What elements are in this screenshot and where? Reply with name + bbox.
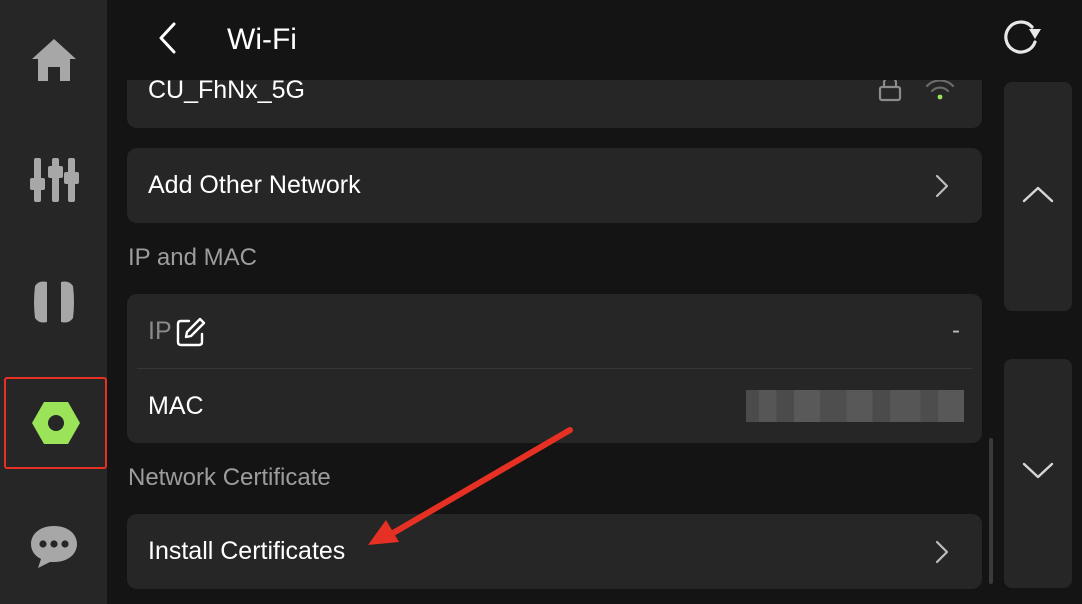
mac-row: MAC bbox=[127, 369, 982, 443]
lock-icon bbox=[878, 80, 902, 107]
wifi-settings-screen: Wi-Fi CU_FhNx_5G Add Other Network IP an… bbox=[0, 0, 1082, 604]
ip-row[interactable]: IP - bbox=[127, 294, 982, 368]
hex-nut-icon bbox=[31, 400, 81, 446]
ip-mac-card: IP - MAC bbox=[127, 294, 982, 443]
back-button[interactable] bbox=[151, 20, 185, 60]
chevron-right-icon bbox=[932, 172, 952, 200]
chevron-right-icon bbox=[932, 538, 952, 566]
network-row-current[interactable]: CU_FhNx_5G bbox=[127, 80, 982, 128]
scroll-down-button[interactable] bbox=[1004, 359, 1072, 588]
sidebar-item-home[interactable] bbox=[0, 10, 107, 110]
sidebar-item-controls[interactable] bbox=[0, 130, 107, 230]
header: Wi-Fi bbox=[107, 0, 1082, 80]
chat-bubble-icon bbox=[28, 523, 80, 571]
install-certificates-label: Install Certificates bbox=[148, 537, 346, 565]
chevron-left-icon bbox=[158, 22, 178, 59]
settings-list: CU_FhNx_5G Add Other Network IP and MAC … bbox=[107, 80, 992, 604]
sidebar-item-messages[interactable] bbox=[0, 497, 107, 597]
network-ssid: CU_FhNx_5G bbox=[148, 80, 305, 104]
ip-value: - bbox=[952, 317, 960, 344]
sidebar-item-settings[interactable] bbox=[4, 377, 107, 469]
ip-label: IP bbox=[148, 317, 172, 345]
wifi-signal-icon bbox=[925, 80, 955, 107]
media-icon bbox=[31, 278, 77, 326]
sidebar bbox=[0, 0, 107, 604]
page-title: Wi-Fi bbox=[227, 23, 297, 56]
install-certificates-row[interactable]: Install Certificates bbox=[127, 514, 982, 589]
mac-label: MAC bbox=[148, 392, 204, 420]
home-icon bbox=[30, 37, 78, 83]
refresh-icon bbox=[999, 18, 1043, 63]
sidebar-item-media[interactable] bbox=[0, 252, 107, 352]
refresh-button[interactable] bbox=[997, 16, 1045, 64]
add-other-network-row[interactable]: Add Other Network bbox=[127, 148, 982, 223]
add-other-network-label: Add Other Network bbox=[148, 171, 361, 199]
mac-value-redacted bbox=[746, 390, 964, 422]
edit-icon[interactable] bbox=[175, 316, 207, 353]
chevron-down-icon bbox=[1022, 462, 1054, 485]
ip-mac-section-title: IP and MAC bbox=[128, 244, 257, 271]
certificate-section-title: Network Certificate bbox=[128, 464, 331, 491]
list-scrollbar[interactable] bbox=[989, 438, 993, 584]
chevron-up-icon bbox=[1022, 185, 1054, 208]
sliders-icon bbox=[28, 154, 80, 206]
scroll-up-button[interactable] bbox=[1004, 82, 1072, 311]
